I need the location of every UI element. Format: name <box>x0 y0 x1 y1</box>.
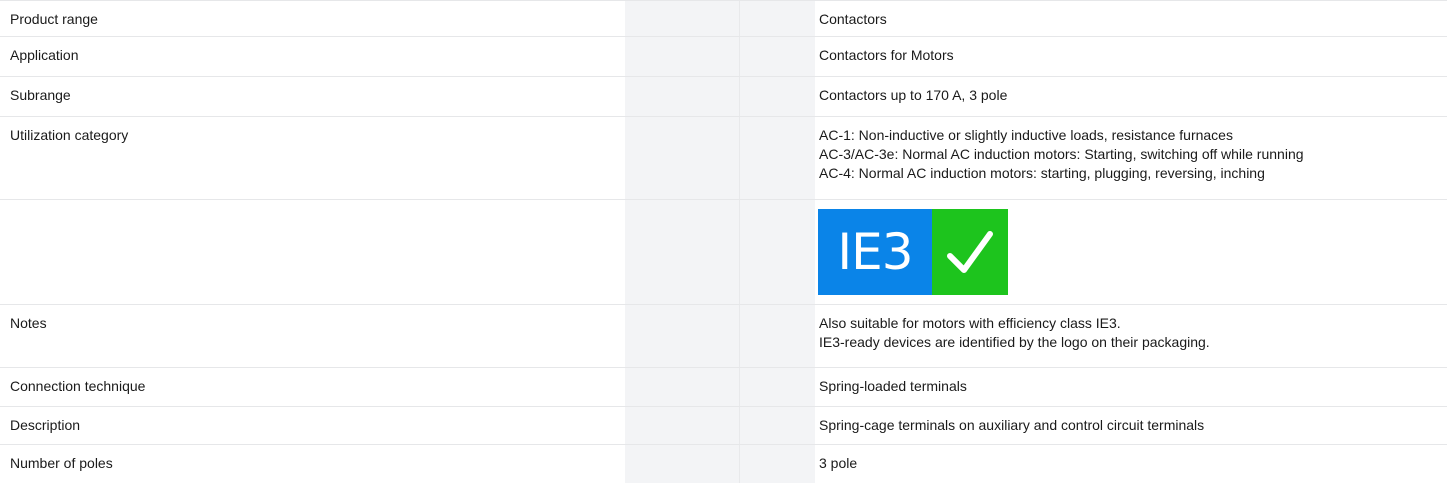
spec-value: Also suitable for motors with efficiency… <box>819 314 1210 352</box>
spec-row-utilization-category: Utilization category AC-1: Non-inductive… <box>0 117 1447 200</box>
spec-value: AC-1: Non-inductive or slightly inductiv… <box>819 126 1304 183</box>
spec-value: Contactors <box>819 10 887 29</box>
ie3-logo: IE3 <box>818 209 1008 295</box>
spec-table: Product range Contactors Application Con… <box>0 0 1447 483</box>
spec-value: Spring-loaded terminals <box>819 377 967 396</box>
spec-label: Notes <box>10 315 47 331</box>
spec-value-line: AC-4: Normal AC induction motors: starti… <box>819 165 1265 181</box>
spec-label: Number of poles <box>10 455 113 471</box>
spec-row-application: Application Contactors for Motors <box>0 37 1447 77</box>
spec-value: Spring-cage terminals on auxiliary and c… <box>819 416 1204 435</box>
spec-label: Product range <box>10 11 98 27</box>
spec-value-line: AC-1: Non-inductive or slightly inductiv… <box>819 127 1233 143</box>
spec-value-line: Contactors up to 170 A, 3 pole <box>819 87 1008 103</box>
spec-value-line: Contactors for Motors <box>819 47 954 63</box>
spec-row-description: Description Spring-cage terminals on aux… <box>0 407 1447 445</box>
spec-row-connection-technique: Connection technique Spring-loaded termi… <box>0 368 1447 407</box>
spec-value-line: AC-3/AC-3e: Normal AC induction motors: … <box>819 146 1304 162</box>
spec-value-line: Contactors <box>819 11 887 27</box>
spec-value-line: 3 pole <box>819 455 858 471</box>
checkmark-icon <box>932 209 1008 295</box>
spec-row-ie3-logo: IE3 <box>0 200 1447 305</box>
spec-label: Application <box>10 47 79 63</box>
spec-row-notes: Notes Also suitable for motors with effi… <box>0 305 1447 368</box>
spec-row-product-range: Product range Contactors <box>0 0 1447 37</box>
spec-label: Utilization category <box>10 127 129 143</box>
spec-row-number-of-poles: Number of poles 3 pole <box>0 445 1447 483</box>
spec-row-subrange: Subrange Contactors up to 170 A, 3 pole <box>0 77 1447 117</box>
spec-value-line: Spring-loaded terminals <box>819 378 967 394</box>
spec-value-line: Also suitable for motors with efficiency… <box>819 315 1121 331</box>
spec-label: Description <box>10 417 81 433</box>
spec-value: 3 pole <box>819 454 857 473</box>
spec-label: Connection technique <box>10 378 146 394</box>
spec-value: Contactors for Motors <box>819 46 954 65</box>
spec-label: Subrange <box>10 87 71 103</box>
spec-value-line: IE3-ready devices are identified by the … <box>819 334 1210 350</box>
ie3-logo-text: IE3 <box>818 209 932 295</box>
spec-value-line: Spring-cage terminals on auxiliary and c… <box>819 417 1205 433</box>
spec-value: Contactors up to 170 A, 3 pole <box>819 86 1007 105</box>
